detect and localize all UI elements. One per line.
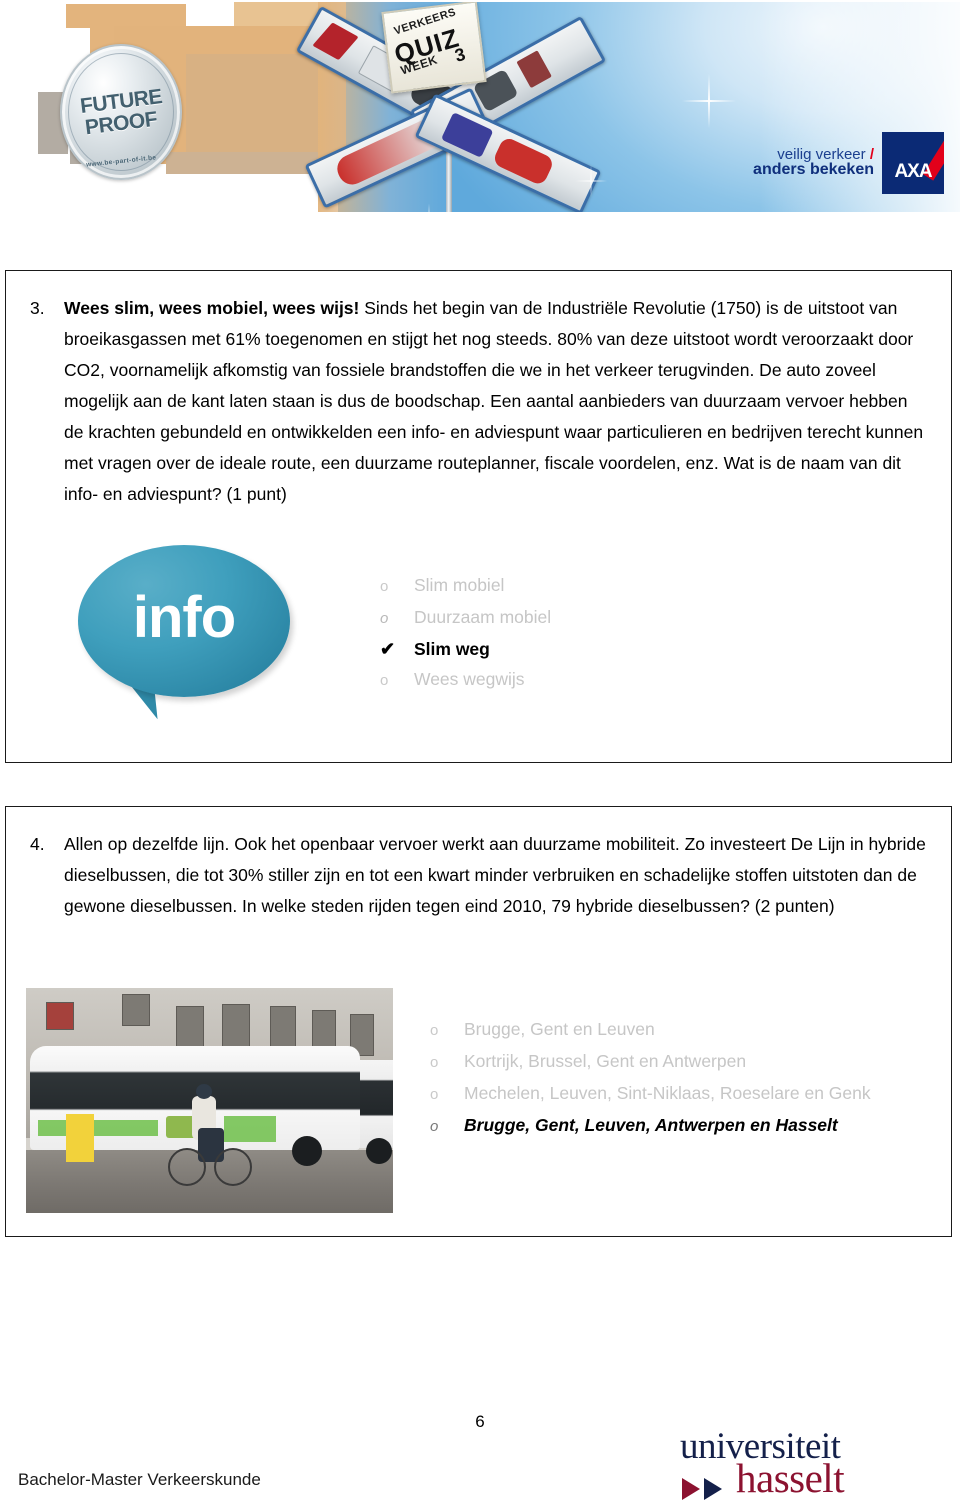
question-4-row: 4. Allen op dezelfde lijn. Ook het openb…: [30, 829, 931, 922]
question-3-lead: Wees slim, wees mobiel, wees wijs!: [64, 298, 360, 318]
option-q4-1[interactable]: o Brugge, Gent en Leuven: [430, 1014, 930, 1046]
option-marker-icon: o: [380, 672, 389, 689]
question-3-number: 3.: [30, 298, 45, 318]
sparkle-icon: [574, 164, 608, 198]
option-q3-4[interactable]: o Wees wegwijs: [380, 664, 920, 696]
option-label: Brugge, Gent en Leuven: [464, 1019, 655, 1039]
header-banner: FUTURE PROOF www.be-part-of-it.be VERKEE…: [0, 0, 960, 222]
footer-program-name: Bachelor-Master Verkeerskunde: [18, 1470, 261, 1489]
axa-logo: AXA: [882, 132, 944, 194]
info-bubble-image: info: [60, 533, 360, 758]
collage-block: [66, 4, 186, 28]
option-marker-icon: o: [430, 1054, 439, 1071]
option-marker-icon: o: [380, 610, 389, 627]
question-4-options: o Brugge, Gent en Leuven o Kortrijk, Bru…: [430, 1014, 930, 1142]
axa-logo-text: AXA: [894, 161, 932, 182]
future-proof-url: www.be-part-of-it.be: [85, 154, 157, 169]
hybrid-bus-photo: [26, 988, 393, 1213]
info-bubble-label: info: [132, 585, 236, 650]
building-window: [46, 1002, 74, 1030]
sponsor-slash: /: [869, 145, 874, 163]
bus-door-marking: [66, 1114, 94, 1162]
cyclist-head: [196, 1084, 212, 1099]
question-3-text: Wees slim, wees mobiel, wees wijs! Sinds…: [64, 293, 931, 510]
option-marker-icon: o: [430, 1086, 439, 1103]
sparkle-icon: [428, 203, 430, 212]
universiteit-hasselt-logo: universiteit hasselt: [670, 1428, 900, 1502]
sponsor-lockup: veilig verkeer / anders bekeken AXA: [753, 132, 944, 194]
bus-livery-stripe: [38, 1120, 158, 1136]
question-3-options: o Slim mobiel o Duurzaam mobiel ✔ Slim w…: [380, 570, 920, 696]
option-label: Duurzaam mobiel: [414, 607, 552, 627]
question-3-rest: Sinds het begin van de Industriële Revol…: [64, 298, 924, 504]
speech-bubble-icon: info: [78, 545, 290, 697]
triangle-icon: [704, 1478, 722, 1500]
option-label: Slim weg: [414, 639, 490, 659]
option-label: Kortrijk, Brussel, Gent en Antwerpen: [464, 1051, 747, 1071]
option-q4-3[interactable]: o Mechelen, Leuven, Sint-Niklaas, Roesel…: [430, 1078, 930, 1110]
option-q3-2[interactable]: o Duurzaam mobiel: [380, 602, 920, 634]
option-q4-2[interactable]: o Kortrijk, Brussel, Gent en Antwerpen: [430, 1046, 930, 1078]
option-marker-icon: o: [430, 1118, 439, 1135]
triangle-icon: [682, 1478, 700, 1500]
sign-pictogram-bus: [440, 112, 494, 158]
sign-pictogram-pedestrian: [516, 50, 552, 89]
sign-pictogram-car: [312, 22, 359, 61]
question-3-body: 3. Wees slim, wees mobiel, wees wijs! Si…: [6, 271, 951, 510]
option-label: Brugge, Gent, Leuven, Antwerpen en Hasse…: [464, 1115, 838, 1135]
bus-wheel: [366, 1138, 392, 1164]
question-4-number: 4.: [30, 834, 45, 854]
bus-wheel: [292, 1136, 322, 1166]
option-label: Wees wegwijs: [414, 669, 525, 689]
option-label: Mechelen, Leuven, Sint-Niklaas, Roeselar…: [464, 1083, 871, 1103]
option-marker-icon: o: [430, 1022, 439, 1039]
bicycle-wheel: [168, 1148, 206, 1186]
sparkle-icon: [682, 74, 736, 128]
building-window: [122, 994, 150, 1026]
option-q4-4-selected[interactable]: o Brugge, Gent, Leuven, Antwerpen en Has…: [430, 1110, 930, 1142]
bus-livery-stripe: [224, 1116, 276, 1142]
option-marker-icon: o: [380, 578, 389, 595]
option-q3-3-selected[interactable]: ✔ Slim weg: [380, 634, 920, 664]
sponsor-tagline-line1: veilig verkeer /: [777, 145, 874, 163]
check-icon: ✔: [380, 639, 396, 659]
verkeersquiz-sign: VERKEERS QUIZ WEEK 3: [381, 2, 487, 94]
uhasselt-word-hasselt: hasselt: [736, 1455, 845, 1501]
sponsor-tagline: veilig verkeer / anders bekeken: [753, 145, 874, 180]
question-4-text: Allen op dezelfde lijn. Ook het openbaar…: [64, 834, 926, 916]
question-4-body: 4. Allen op dezelfde lijn. Ook het openb…: [6, 807, 951, 922]
bicycle-wheel: [214, 1148, 252, 1186]
option-q3-1[interactable]: o Slim mobiel: [380, 570, 920, 602]
banner-image: FUTURE PROOF www.be-part-of-it.be VERKEE…: [38, 2, 960, 212]
quiz-sign-week-number: 3: [452, 43, 468, 66]
sponsor-tagline-line2: anders bekeken: [753, 161, 874, 179]
question-3-row: 3. Wees slim, wees mobiel, wees wijs! Si…: [30, 293, 931, 510]
future-proof-logo: FUTURE PROOF www.be-part-of-it.be: [60, 44, 182, 180]
option-label: Slim mobiel: [414, 575, 505, 595]
